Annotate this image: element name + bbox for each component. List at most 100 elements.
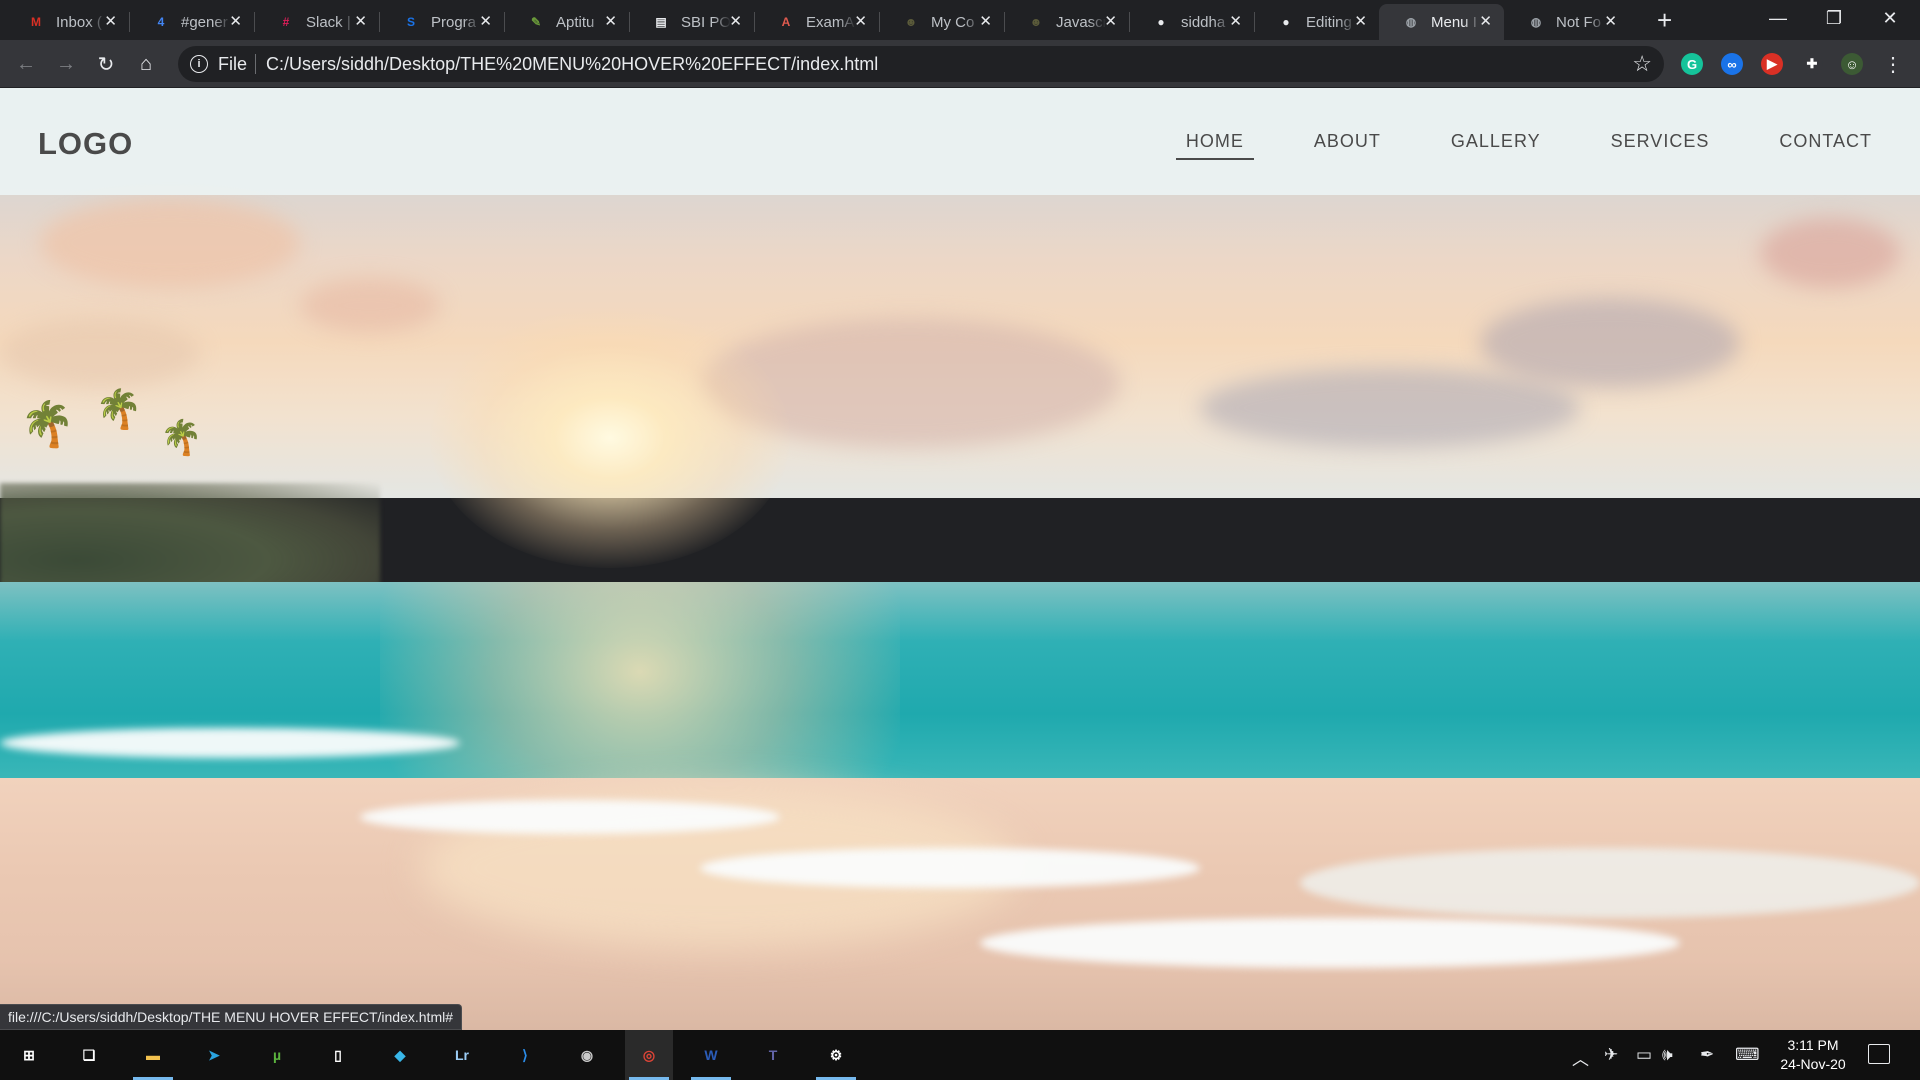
- back-arrow-icon[interactable]: ←: [14, 52, 38, 76]
- profile-avatar-icon[interactable]: ☺: [1841, 53, 1863, 75]
- cloud: [1480, 298, 1740, 388]
- bookmark-star-icon[interactable]: ☆: [1632, 51, 1652, 77]
- browser-toolbar: ← → ↻ ⌂ i File C:/Users/siddh/Desktop/TH…: [0, 40, 1920, 88]
- beach-hero-image: 🌴 🌴 🌴: [0, 88, 1920, 1030]
- action-center-icon[interactable]: [1868, 1044, 1890, 1064]
- nav-link-home[interactable]: HOME: [1175, 131, 1254, 160]
- palm-tree-icon: 🌴: [160, 419, 203, 457]
- link-status-bubble: file:///C:/Users/siddh/Desktop/THE MENU …: [0, 1004, 462, 1030]
- site-info-icon[interactable]: i: [190, 55, 208, 73]
- taskbar-app[interactable]: ◆: [376, 1030, 424, 1080]
- site-header: LOGO HOME ABOUT GALLERY SERVICES CONTACT: [0, 88, 1920, 195]
- tab-separator: [754, 12, 755, 32]
- taskbar-app[interactable]: ❏: [65, 1030, 113, 1080]
- browser-tab[interactable]: M Inbox (✕: [4, 4, 129, 40]
- system-clock[interactable]: 3:11 PM 24-Nov-20: [1768, 1036, 1858, 1074]
- browser-menu-icon[interactable]: ⋮: [1881, 52, 1905, 76]
- close-window-button[interactable]: ✕: [1870, 4, 1910, 32]
- close-tab-icon[interactable]: ✕: [1479, 13, 1492, 31]
- browser-tab[interactable]: A ExamA ✕: [754, 4, 879, 40]
- battery-icon[interactable]: ▭: [1636, 1045, 1652, 1065]
- nav-link-gallery[interactable]: GALLERY: [1441, 131, 1551, 152]
- taskbar-app[interactable]: ➤: [190, 1030, 238, 1080]
- tab-title: ExamA: [806, 13, 855, 31]
- browser-tab[interactable]: ▤ SBI PO ✕: [629, 4, 754, 40]
- browser-tab[interactable]: ☻ Javascr ✕: [1004, 4, 1129, 40]
- clock-date: 24-Nov-20: [1780, 1056, 1846, 1072]
- loop-extension-icon[interactable]: ∞: [1721, 53, 1743, 75]
- utorrent-icon: µ: [272, 1047, 282, 1063]
- browser-tab[interactable]: ◍ Menu I ✕: [1379, 4, 1504, 40]
- browser-tab[interactable]: ● Editing ✕: [1254, 4, 1379, 40]
- wave-foam: [980, 918, 1680, 968]
- taskbar-app[interactable]: ◉: [563, 1030, 611, 1080]
- grammarly-icon[interactable]: G: [1681, 53, 1703, 75]
- github-icon: ●: [1157, 15, 1165, 29]
- maximize-window-button[interactable]: ❐: [1814, 4, 1854, 32]
- close-tab-icon[interactable]: ✕: [1104, 13, 1117, 31]
- close-tab-icon[interactable]: ✕: [604, 13, 617, 31]
- close-tab-icon[interactable]: ✕: [1604, 13, 1617, 31]
- taskbar-app[interactable]: T: [749, 1030, 797, 1080]
- close-tab-icon[interactable]: ✕: [1229, 13, 1242, 31]
- taskbar-app[interactable]: ⟩: [501, 1030, 549, 1080]
- keyboard-icon[interactable]: ⌨: [1735, 1045, 1760, 1065]
- close-tab-icon[interactable]: ✕: [979, 13, 992, 31]
- reload-icon[interactable]: ↻: [94, 52, 118, 76]
- browser-tab[interactable]: ● siddha ✕: [1129, 4, 1254, 40]
- tab-title: Editing: [1306, 13, 1352, 31]
- close-tab-icon[interactable]: ✕: [1354, 13, 1367, 31]
- google-calendar-icon: 4: [157, 15, 165, 29]
- site-nav-menu: HOME ABOUT GALLERY SERVICES CONTACT: [1175, 131, 1882, 160]
- close-tab-icon[interactable]: ✕: [479, 13, 492, 31]
- volume-icon[interactable]: 🕪: [1662, 1045, 1673, 1065]
- close-tab-icon[interactable]: ✕: [729, 13, 742, 31]
- taskbar-app[interactable]: ◎: [625, 1030, 673, 1080]
- browser-tab[interactable]: ☻ My Co ✕: [879, 4, 1004, 40]
- taskbar-app[interactable]: ▬: [129, 1030, 177, 1080]
- tab-title: #gener: [181, 13, 228, 31]
- address-bar[interactable]: i File C:/Users/siddh/Desktop/THE%20MENU…: [178, 46, 1664, 82]
- browser-tab[interactable]: 4 #gener ✕: [129, 4, 254, 40]
- show-hidden-icons-chevron-icon[interactable]: ︿: [1572, 1045, 1589, 1070]
- home-icon[interactable]: ⌂: [134, 52, 158, 76]
- taskbar-app[interactable]: ▯: [314, 1030, 362, 1080]
- nav-link-contact[interactable]: CONTACT: [1769, 131, 1882, 152]
- address-divider: [255, 54, 257, 74]
- puzzle-extensions-icon[interactable]: ✚: [1801, 53, 1823, 75]
- gmail-icon: M: [31, 15, 41, 29]
- coding-ninjas-icon: ☻: [1029, 15, 1043, 29]
- paint-3d-icon: ◆: [394, 1046, 406, 1063]
- taskbar-app[interactable]: W: [687, 1030, 735, 1080]
- tab-separator: [1129, 12, 1130, 32]
- address-url-text[interactable]: C:/Users/siddh/Desktop/THE%20MENU%20HOVE…: [266, 54, 878, 75]
- site-logo[interactable]: LOGO: [38, 126, 133, 162]
- forward-arrow-icon[interactable]: →: [54, 52, 78, 76]
- minimize-window-button[interactable]: —: [1758, 4, 1798, 32]
- browser-tab[interactable]: ◍ Not Fo ✕: [1504, 4, 1629, 40]
- close-tab-icon[interactable]: ✕: [104, 13, 117, 31]
- airplane-mode-icon[interactable]: ✈: [1604, 1045, 1618, 1065]
- start-icon: ⊞: [23, 1046, 35, 1063]
- new-tab-button[interactable]: +: [1657, 6, 1672, 34]
- nav-link-services[interactable]: SERVICES: [1601, 131, 1720, 152]
- pen-ink-icon[interactable]: ✒: [1700, 1045, 1714, 1065]
- browser-tab[interactable]: ✎ Aptitu ✕: [504, 4, 629, 40]
- taskbar-app[interactable]: ⊞: [5, 1030, 53, 1080]
- browser-tab[interactable]: S Progra ✕: [379, 4, 504, 40]
- taskbar-app[interactable]: ⚙: [812, 1030, 860, 1080]
- taskbar-app[interactable]: µ: [253, 1030, 301, 1080]
- taskbar-app[interactable]: Lr: [438, 1030, 486, 1080]
- palm-tree-icon: 🌴: [20, 400, 75, 449]
- nav-link-about[interactable]: ABOUT: [1304, 131, 1391, 152]
- close-tab-icon[interactable]: ✕: [854, 13, 867, 31]
- slack-icon: #: [282, 15, 290, 29]
- browser-tab[interactable]: # Slack | ✕: [254, 4, 379, 40]
- file-explorer-icon: ▬: [146, 1047, 160, 1063]
- video-extension-icon[interactable]: ▶: [1761, 53, 1783, 75]
- tab-separator: [504, 12, 505, 32]
- close-tab-icon[interactable]: ✕: [354, 13, 367, 31]
- wave-foam: [360, 800, 780, 834]
- tab-title: Slack |: [306, 13, 351, 31]
- close-tab-icon[interactable]: ✕: [229, 13, 242, 31]
